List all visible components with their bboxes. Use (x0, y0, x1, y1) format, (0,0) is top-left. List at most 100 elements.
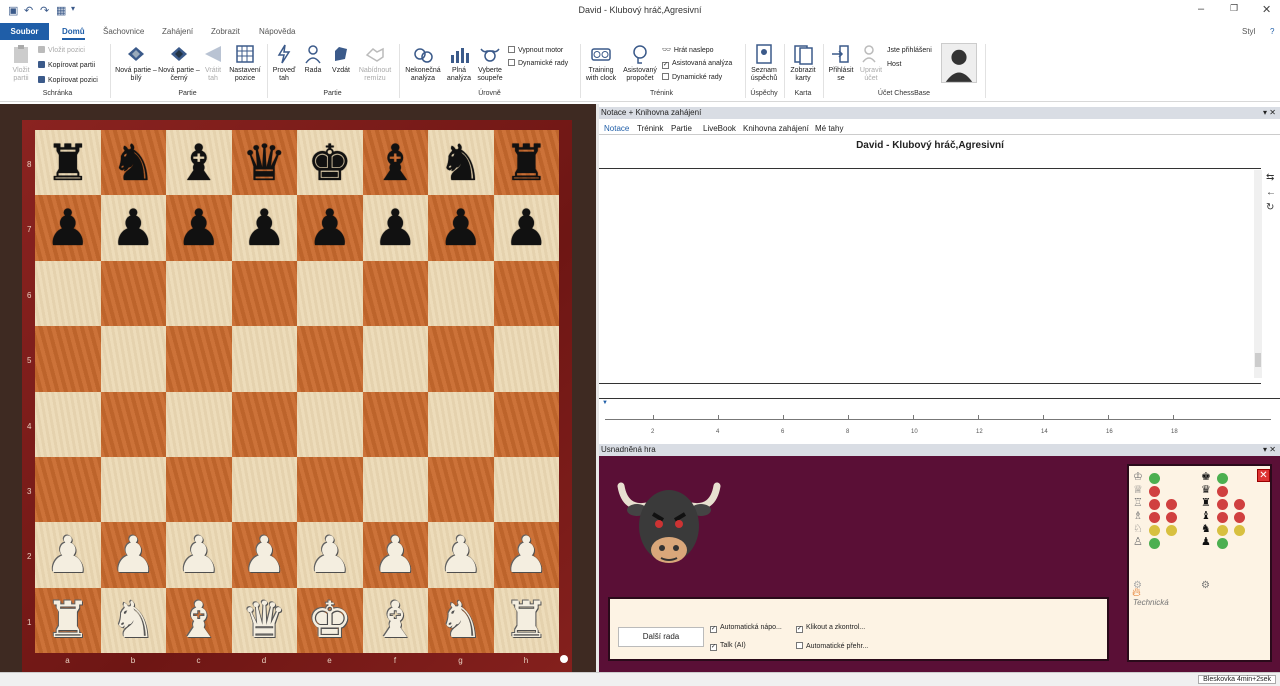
square-c4[interactable] (166, 391, 232, 457)
tab-games[interactable]: Partie (671, 124, 692, 133)
infinite-analysis-button[interactable]: Nekonečná analýza (402, 43, 444, 83)
square-b6[interactable] (100, 260, 166, 327)
square-e5[interactable] (297, 326, 363, 392)
black-piece[interactable]: ♟ (35, 195, 101, 260)
white-piece[interactable]: ♞ (101, 588, 167, 653)
square-d6[interactable] (231, 260, 297, 327)
black-piece[interactable]: ♚ (297, 130, 363, 195)
square-c2[interactable]: ♟ (166, 522, 232, 588)
square-f7[interactable]: ♟ (362, 195, 429, 261)
white-piece[interactable]: ♝ (363, 588, 429, 653)
square-g5[interactable] (428, 326, 494, 392)
black-piece[interactable]: ♟ (101, 195, 167, 260)
close-icon[interactable]: ✕ (1262, 3, 1271, 16)
square-b5[interactable] (100, 326, 166, 392)
white-piece[interactable]: ♜ (35, 588, 101, 653)
tab-notation[interactable]: Notace (604, 124, 629, 133)
next-hint-button[interactable]: Další rada (618, 627, 704, 647)
black-piece[interactable]: ♜ (35, 130, 101, 195)
tab-opening-book[interactable]: Knihovna zahájení (743, 124, 809, 133)
square-c8[interactable]: ♝ (166, 130, 232, 196)
minimize-icon[interactable]: – (1198, 3, 1204, 15)
square-g7[interactable]: ♟ (428, 195, 494, 261)
white-piece[interactable]: ♝ (166, 588, 232, 653)
offer-draw-button[interactable]: Nabídnout remízu (355, 43, 395, 83)
square-g3[interactable] (428, 456, 494, 523)
square-c3[interactable] (166, 456, 232, 523)
black-piece[interactable]: ♛ (232, 130, 298, 195)
style-menu[interactable]: Styl (1242, 27, 1255, 36)
square-e7[interactable]: ♟ (297, 195, 363, 261)
square-d5[interactable] (231, 326, 297, 392)
square-e4[interactable] (297, 391, 363, 457)
login-button[interactable]: Přihlásit se (826, 43, 856, 83)
square-h6[interactable] (493, 260, 559, 327)
black-piece[interactable]: ♟ (166, 195, 232, 260)
paste-position-button[interactable]: Vložit pozici (38, 46, 85, 54)
square-a2[interactable]: ♟ (35, 522, 101, 588)
square-b8[interactable]: ♞ (100, 130, 166, 196)
square-a4[interactable] (35, 391, 101, 457)
hint-button[interactable]: Rada (299, 43, 327, 75)
evaluation-timeline[interactable]: ▼ 2 4 6 8 10 12 14 16 18 (599, 398, 1280, 440)
square-f6[interactable] (362, 260, 428, 327)
black-piece[interactable]: ♞ (428, 130, 494, 195)
make-move-button[interactable]: Proveď tah (270, 43, 298, 83)
engine-off-checkbox[interactable]: Vypnout motor (508, 46, 563, 54)
black-piece[interactable]: ♟ (494, 195, 560, 260)
new-game-white-button[interactable]: Nová partie – bílý (114, 43, 158, 83)
white-piece[interactable]: ♚ (297, 588, 363, 653)
white-piece[interactable]: ♞ (428, 588, 494, 653)
copy-game-button[interactable]: Kopírovat partii (38, 61, 95, 69)
square-f3[interactable] (362, 456, 428, 523)
setup-position-button[interactable]: Nastavení pozice (226, 43, 264, 83)
square-d3[interactable] (231, 456, 297, 523)
training-dynamic-hints-checkbox[interactable]: Dynamické rady (662, 73, 722, 81)
white-piece[interactable]: ♟ (494, 522, 560, 587)
square-c5[interactable] (166, 326, 232, 392)
white-piece[interactable]: ♟ (363, 522, 429, 587)
tab-file[interactable]: Soubor (0, 23, 49, 40)
tab-training[interactable]: Trénink (637, 124, 663, 133)
tab-livebook[interactable]: LiveBook (703, 124, 736, 133)
assisted-analysis-checkbox[interactable]: ✓ Asistovaná analýza (662, 60, 732, 69)
square-g2[interactable]: ♟ (428, 522, 494, 588)
square-g8[interactable]: ♞ (428, 130, 494, 196)
show-cards-button[interactable]: Zobrazit karty (786, 43, 820, 83)
square-h1[interactable]: ♜ (493, 587, 560, 653)
square-b3[interactable] (100, 456, 166, 523)
square-b1[interactable]: ♞ (100, 587, 167, 653)
square-f5[interactable] (362, 326, 428, 392)
black-piece[interactable]: ♟ (363, 195, 429, 260)
refresh-icon[interactable]: ↻ (1266, 202, 1274, 213)
white-piece[interactable]: ♟ (232, 522, 298, 587)
square-g6[interactable] (428, 260, 494, 327)
training-with-clock-button[interactable]: Training with clock (583, 43, 619, 83)
square-g1[interactable]: ♞ (428, 587, 494, 653)
square-e6[interactable] (297, 260, 363, 327)
full-analysis-button[interactable]: Plná analýza (445, 43, 473, 83)
back-arrow-icon[interactable]: ← (1266, 187, 1276, 198)
black-piece[interactable]: ♟ (297, 195, 363, 260)
resign-button[interactable]: Vzdát (327, 43, 355, 75)
square-a3[interactable] (35, 456, 101, 523)
square-a1[interactable]: ♜ (35, 587, 101, 653)
square-b4[interactable] (100, 391, 166, 457)
square-d4[interactable] (231, 391, 297, 457)
black-piece[interactable]: ♝ (166, 130, 232, 195)
dynamic-hints-checkbox[interactable]: Dynamické rady (508, 59, 568, 67)
square-d8[interactable]: ♛ (231, 130, 298, 196)
help-icon[interactable]: ? (1270, 27, 1274, 36)
talk-ai-checkbox[interactable]: ✓ Talk (AI) (710, 642, 746, 651)
square-a5[interactable] (35, 326, 101, 392)
black-piece[interactable]: ♜ (494, 130, 560, 195)
tab-openings[interactable]: Zahájení (162, 27, 193, 36)
square-a7[interactable]: ♟ (35, 195, 101, 261)
white-piece[interactable]: ♜ (494, 588, 560, 653)
choose-opponent-button[interactable]: Vyberte soupeře (473, 43, 507, 83)
copy-position-button[interactable]: Kopírovat pozici (38, 76, 98, 84)
restore-icon[interactable]: ❐ (1230, 3, 1238, 14)
pane-menu-icon[interactable]: ▾ ✕ (1263, 444, 1276, 456)
square-f4[interactable] (362, 391, 428, 457)
square-e2[interactable]: ♟ (297, 522, 363, 588)
